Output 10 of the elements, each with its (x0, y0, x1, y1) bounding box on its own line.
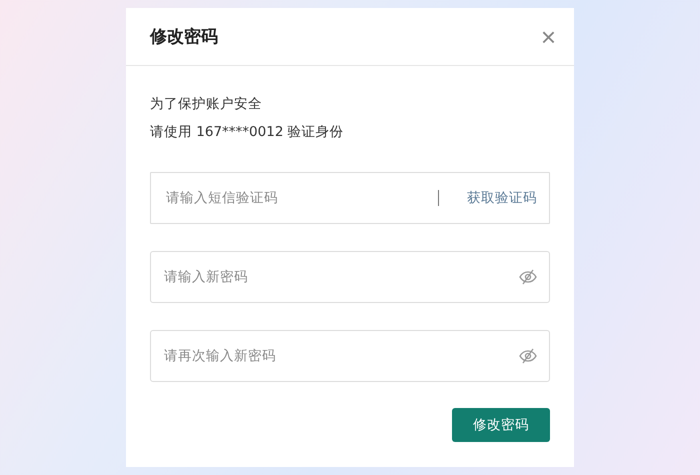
submit-button[interactable]: 修改密码 (452, 408, 550, 442)
eye-off-icon[interactable] (519, 348, 537, 364)
password-field[interactable]: 请输入新密码 (150, 251, 550, 303)
dialog-title: 修改密码 (150, 26, 218, 48)
password-field[interactable]: 请再次输入新密码 (150, 330, 550, 382)
eye-off-icon[interactable] (519, 269, 537, 285)
get-code-link[interactable]: 获取验证码 (467, 189, 537, 207)
intro-text: 请使用 167****0012 验证身份 (150, 123, 345, 142)
intro-text: 为了保护账户安全 (150, 95, 263, 114)
close-button[interactable]: × (540, 24, 556, 50)
